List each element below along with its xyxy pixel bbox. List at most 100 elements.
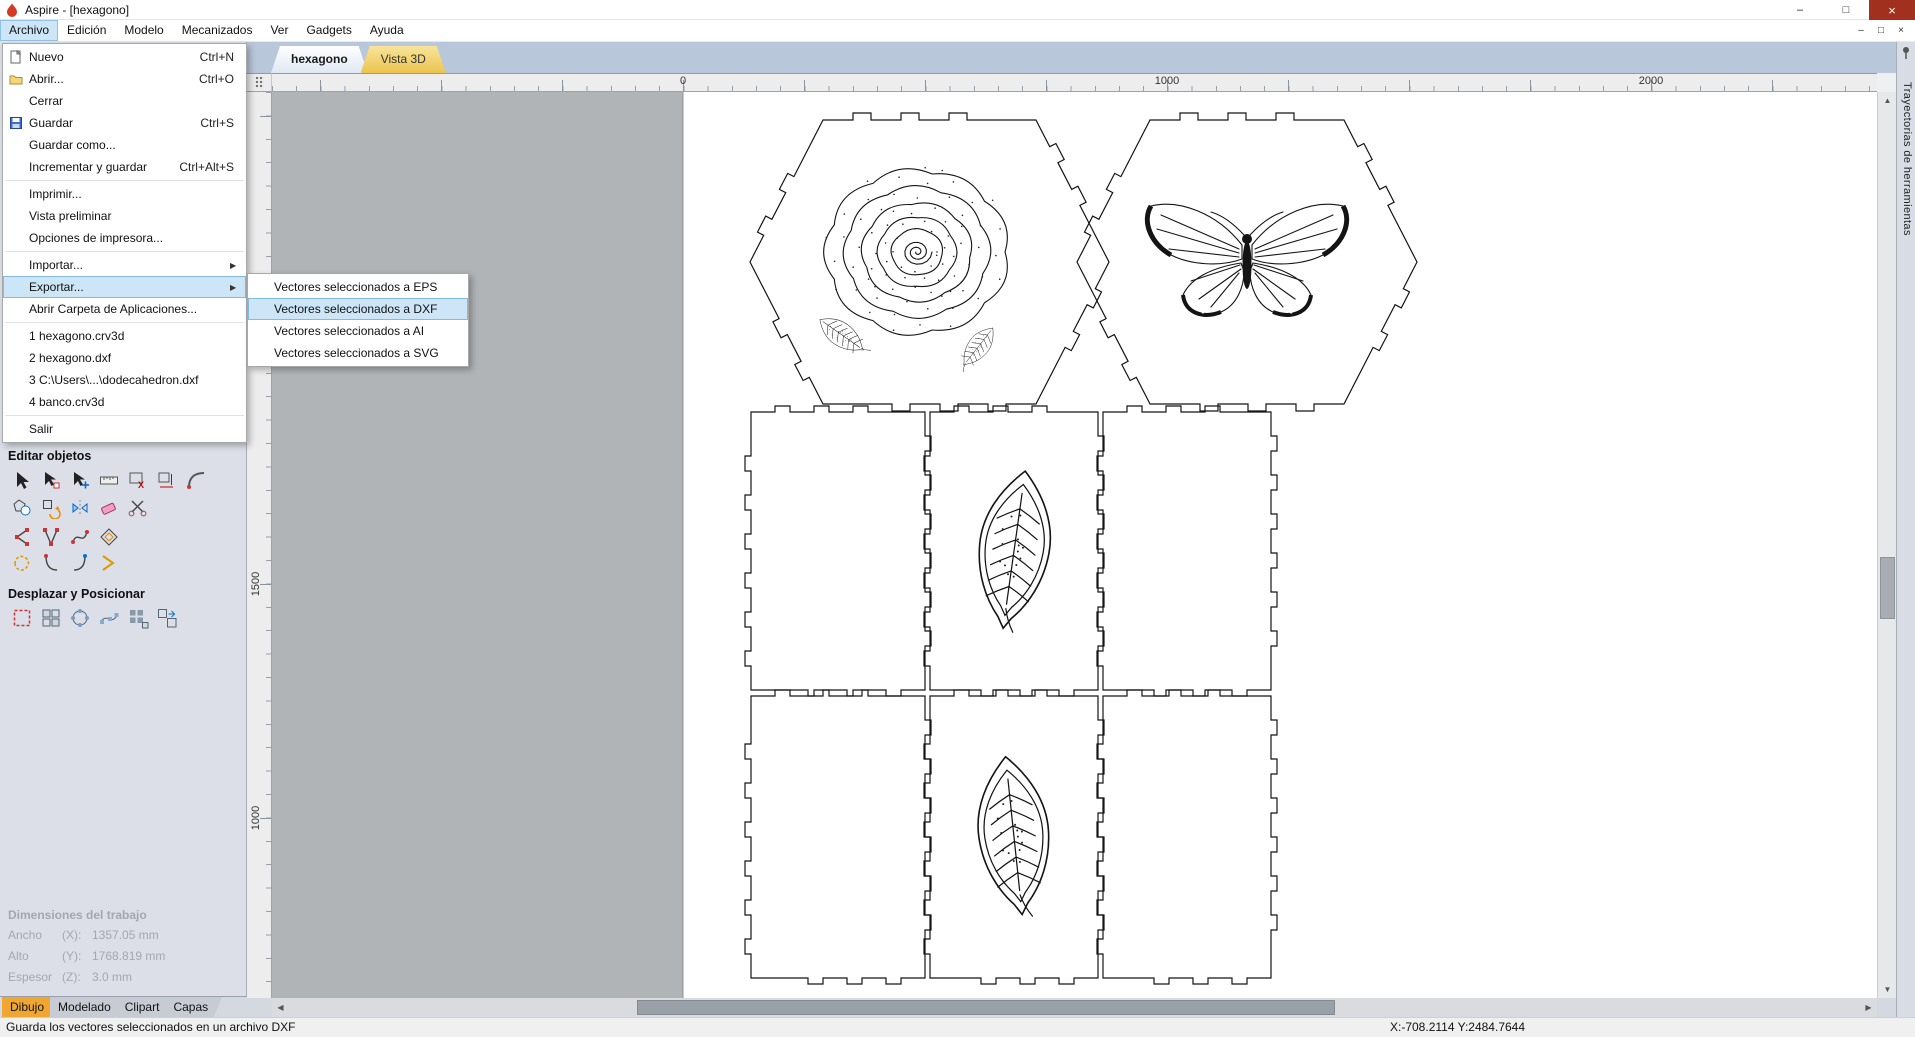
menu-item-vista-preliminar[interactable]: Vista preliminar <box>3 205 246 227</box>
menu-item-imprimir[interactable]: Imprimir... <box>3 183 246 205</box>
maximize-button[interactable]: □ <box>1823 0 1869 20</box>
scroll-down-icon[interactable]: ▼ <box>1879 981 1896 998</box>
tab-hexagono[interactable]: hexagono <box>271 46 368 73</box>
tab-clipart[interactable]: Clipart <box>117 997 174 1018</box>
scroll-left-icon[interactable]: ◀ <box>272 999 289 1016</box>
menu-item-guardar-como[interactable]: Guardar como... <box>3 134 246 156</box>
doc-minimize-icon[interactable]: – <box>1851 25 1871 36</box>
tab-capas[interactable]: Capas <box>165 997 222 1018</box>
menu-item-recent-4[interactable]: 4 banco.crv3d <box>3 391 246 413</box>
vertical-scrollbar[interactable]: ▲ ▼ <box>1877 92 1896 998</box>
menu-item-importar[interactable]: Importar... ▶ <box>3 254 246 276</box>
vruler-label-1000: 1000 <box>250 805 262 831</box>
job-dimensions-title: Dimensiones del trabajo <box>8 908 147 922</box>
submenu-item-dxf[interactable]: Vectores seleccionados a DXF <box>248 298 468 320</box>
join-close-tool-icon[interactable] <box>68 551 92 574</box>
edit-tools-row-4 <box>10 551 121 574</box>
submenu-item-svg[interactable]: Vectores seleccionados a SVG <box>248 342 468 364</box>
job-height-row: Alto (Y): 1768.819 mm <box>8 949 166 963</box>
menu-edicion[interactable]: Edición <box>58 20 115 41</box>
scissors-tool-icon[interactable] <box>126 496 150 519</box>
menu-item-abrir-carpeta[interactable]: Abrir Carpeta de Aplicaciones... <box>3 298 246 320</box>
menu-item-recent-2[interactable]: 2 hexagono.dxf <box>3 347 246 369</box>
extend-tool-icon[interactable] <box>97 551 121 574</box>
scroll-up-icon[interactable]: ▲ <box>1879 92 1896 109</box>
menu-item-guardar[interactable]: Guardar Ctrl+S <box>3 112 246 134</box>
menu-gadgets[interactable]: Gadgets <box>297 20 360 41</box>
pin-icon <box>1903 47 1909 59</box>
align-circle-tool-icon[interactable] <box>68 606 92 629</box>
menu-ver[interactable]: Ver <box>261 20 297 41</box>
submenu-arrow-icon: ▶ <box>230 282 237 292</box>
titlebar: Aspire - [hexagono] – □ × <box>0 0 1915 20</box>
job-dimensions: Dimensiones del trabajo Ancho (X): 1357.… <box>8 908 165 991</box>
vruler-label-1500: 1500 <box>250 571 262 597</box>
block-array-tool-icon[interactable] <box>126 606 150 629</box>
horizontal-scrollbar[interactable]: ◀ ▶ <box>272 998 1877 1017</box>
tab-dibujo[interactable]: Dibujo <box>2 997 58 1018</box>
menu-separator <box>5 251 244 252</box>
align-grid-tool-icon[interactable] <box>39 606 63 629</box>
erase-tool-icon[interactable] <box>97 496 121 519</box>
group-tool-icon[interactable] <box>39 496 63 519</box>
vscroll-thumb[interactable] <box>1880 557 1895 619</box>
fillet-tool-icon[interactable] <box>184 468 208 491</box>
menu-ayuda[interactable]: Ayuda <box>361 20 413 41</box>
measure-tool-icon[interactable] <box>97 468 121 491</box>
submenu-item-ai[interactable]: Vectores seleccionados a AI <box>248 320 468 342</box>
tab-modelado[interactable]: Modelado <box>50 997 125 1018</box>
scroll-right-icon[interactable]: ▶ <box>1860 999 1877 1016</box>
menu-mecanizados[interactable]: Mecanizados <box>173 20 262 41</box>
menu-item-opciones-impresora[interactable]: Opciones de impresora... <box>3 227 246 249</box>
menu-item-exportar[interactable]: Exportar... ▶ <box>3 276 246 298</box>
lasso-tool-icon[interactable] <box>10 551 34 574</box>
toolpaths-panel-strip[interactable]: Trayectorias de herramientas <box>1896 42 1915 1017</box>
arc-tool-icon[interactable] <box>10 525 34 548</box>
polyline-tool-icon[interactable] <box>39 525 63 548</box>
menu-separator <box>5 180 244 181</box>
move-tool-icon[interactable] <box>68 468 92 491</box>
mirror-tool-icon[interactable] <box>68 496 92 519</box>
menu-item-nuevo[interactable]: Nuevo Ctrl+N <box>3 46 246 68</box>
shapes-tool-icon[interactable] <box>10 496 34 519</box>
status-message: Guarda los vectores seleccionados en un … <box>6 1020 296 1034</box>
menu-modelo[interactable]: Modelo <box>115 20 172 41</box>
dim-xy-tool-icon[interactable] <box>155 468 179 491</box>
doc-restore-icon[interactable]: □ <box>1871 25 1891 36</box>
nest-tool-icon[interactable] <box>155 606 179 629</box>
submenu-item-eps[interactable]: Vectores seleccionados a EPS <box>248 276 468 298</box>
doc-close-icon[interactable]: × <box>1891 25 1911 36</box>
hscroll-thumb[interactable] <box>637 1000 1335 1015</box>
menu-item-incrementar-guardar[interactable]: Incrementar y guardar Ctrl+Alt+S <box>3 156 246 178</box>
curve-tool-icon[interactable] <box>68 525 92 548</box>
menu-item-recent-3[interactable]: 3 C:\Users\...\dodecahedron.dxf <box>3 369 246 391</box>
select-tool-icon[interactable] <box>10 468 34 491</box>
view-tab-bar: hexagono Vista 3D <box>247 42 1896 73</box>
edit-objects-title: Editar objetos <box>8 449 92 463</box>
tab-vista-3d[interactable]: Vista 3D <box>361 46 446 73</box>
close-button[interactable]: × <box>1869 0 1915 20</box>
dim-x-tool-icon[interactable]: X <box>126 468 150 491</box>
aspire-window: Aspire - [hexagono] – □ × Archivo Edició… <box>0 0 1915 1037</box>
horizontal-ruler[interactable]: 0 1000 2000 <box>272 73 1877 92</box>
menu-item-abrir[interactable]: Abrir... Ctrl+O <box>3 68 246 90</box>
job-thickness-row: Espesor (Z): 3.0 mm <box>8 970 133 984</box>
menu-item-salir[interactable]: Salir <box>3 418 246 440</box>
move-tools-row <box>10 606 179 629</box>
menu-item-cerrar[interactable]: Cerrar <box>3 90 246 112</box>
scroll-corner-right <box>1877 998 1896 1017</box>
minimize-button[interactable]: – <box>1777 0 1823 20</box>
menu-item-recent-1[interactable]: 1 hexagono.crv3d <box>3 325 246 347</box>
join-open-tool-icon[interactable] <box>39 551 63 574</box>
scroll-corner-left <box>247 998 272 1017</box>
menu-archivo[interactable]: Archivo <box>0 20 59 41</box>
edit-tools-row-2 <box>10 496 150 519</box>
path-array-tool-icon[interactable] <box>97 606 121 629</box>
align-sel-tool-icon[interactable] <box>10 606 34 629</box>
offset-tool-icon[interactable] <box>97 525 121 548</box>
vector-drawing: .cut{fill:none;stroke:#141414;stroke-wid… <box>682 92 1877 998</box>
vertical-ruler[interactable]: 1500 1000 <box>247 92 272 998</box>
node-edit-tool-icon[interactable] <box>39 468 63 491</box>
drawing-canvas[interactable]: .cut{fill:none;stroke:#141414;stroke-wid… <box>272 92 1877 998</box>
ruler-origin-box[interactable] <box>247 73 272 92</box>
